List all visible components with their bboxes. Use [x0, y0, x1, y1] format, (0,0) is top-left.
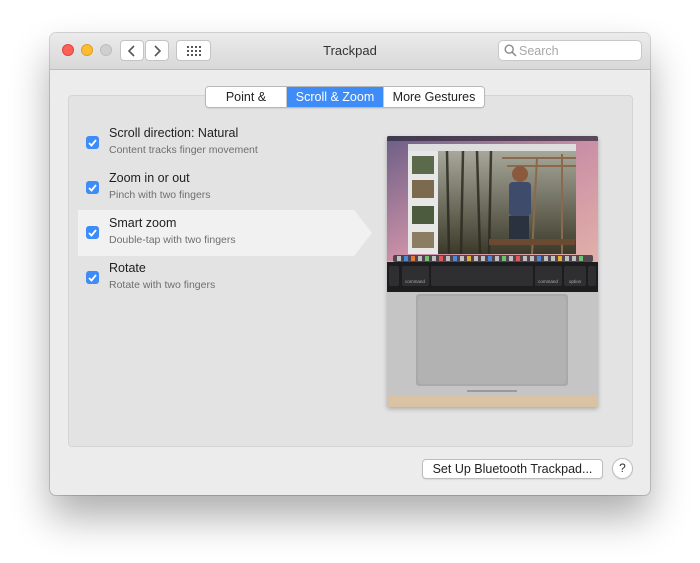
tab-more-gestures[interactable]: More Gestures — [384, 87, 484, 107]
option-description: Double-tap with two fingers — [109, 234, 236, 246]
tab-point-click[interactable]: Point & Click — [206, 87, 287, 107]
rotate-checkbox[interactable] — [86, 271, 99, 284]
zoom-in-out-checkbox[interactable] — [86, 181, 99, 194]
trackpad-window: Trackpad Point & Click Scroll & Zoom Mor… — [50, 33, 650, 495]
key-command-left: command — [405, 279, 425, 284]
selection-arrow — [354, 210, 372, 256]
option-zoom-in-out[interactable]: Zoom in or out Pinch with two fingers — [78, 165, 354, 209]
option-rotate[interactable]: Rotate Rotate with two fingers — [78, 255, 354, 299]
search-field[interactable] — [498, 40, 642, 61]
smart-zoom-checkbox[interactable] — [86, 226, 99, 239]
checkmark-icon — [88, 273, 97, 282]
checkmark-icon — [88, 138, 97, 147]
option-description: Pinch with two fingers — [109, 189, 211, 201]
checkmark-icon — [88, 228, 97, 237]
option-description: Rotate with two fingers — [109, 279, 216, 291]
option-label: Smart zoom — [109, 216, 177, 230]
search-icon — [504, 44, 517, 57]
option-smart-zoom[interactable]: Smart zoom Double-tap with two fingers — [78, 210, 354, 256]
tab-scroll-zoom[interactable]: Scroll & Zoom — [287, 87, 384, 107]
key-option: option — [569, 279, 582, 284]
option-description: Content tracks finger movement — [109, 144, 258, 156]
option-label: Rotate — [109, 261, 146, 275]
tab-bar: Point & Click Scroll & Zoom More Gesture… — [205, 86, 485, 108]
checkmark-icon — [88, 183, 97, 192]
preview-illustration: command command option — [387, 136, 598, 407]
option-scroll-direction[interactable]: Scroll direction: Natural Content tracks… — [78, 120, 354, 164]
search-input[interactable] — [519, 41, 637, 60]
key-command-right: command — [538, 279, 558, 284]
option-label: Zoom in or out — [109, 171, 190, 185]
option-label: Scroll direction: Natural — [109, 126, 239, 140]
help-button[interactable]: ? — [612, 458, 633, 479]
scroll-direction-checkbox[interactable] — [86, 136, 99, 149]
gesture-preview-video: command command option — [387, 136, 598, 407]
titlebar: Trackpad — [50, 33, 650, 70]
setup-bluetooth-trackpad-button[interactable]: Set Up Bluetooth Trackpad... — [422, 459, 603, 479]
